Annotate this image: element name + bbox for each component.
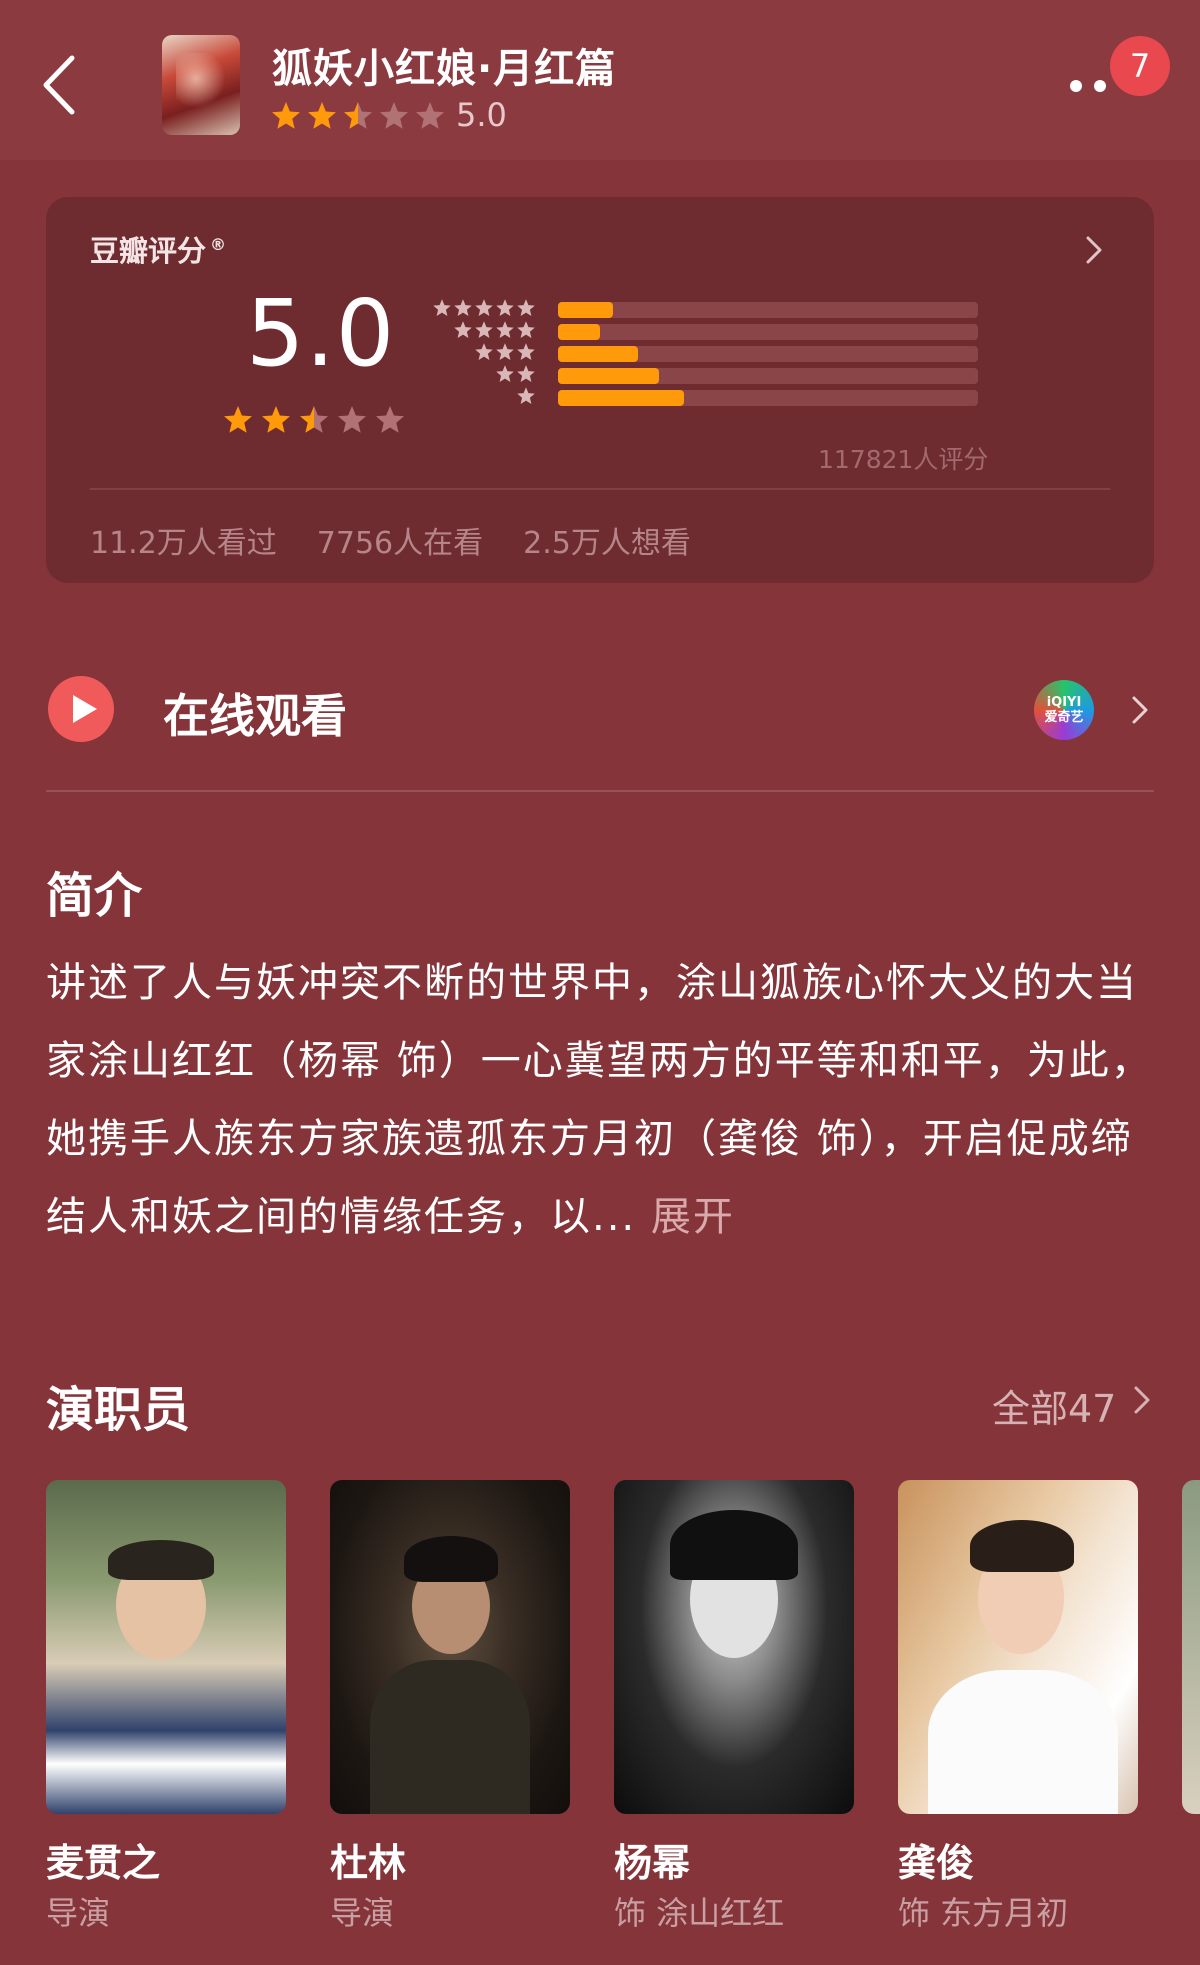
intro-text: 讲述了人与妖冲突不断的世界中，涂山狐族心怀大义的大当家涂山红红（杨幂 饰）一心冀… (46, 944, 1156, 1256)
intro-heading: 简介 (46, 868, 143, 924)
header-star-rating (270, 98, 446, 134)
section-divider (46, 790, 1154, 792)
distribution-bar-fill (558, 368, 659, 384)
star-empty-icon (416, 102, 444, 129)
distribution-star-label (516, 386, 536, 406)
star-filled-icon (496, 321, 514, 338)
distribution-bar-track (558, 346, 978, 362)
cast-card[interactable]: 杨幂 饰 涂山红红 (614, 1480, 854, 1932)
chevron-right-icon[interactable] (1130, 1382, 1154, 1418)
chevron-right-icon[interactable] (1128, 692, 1152, 728)
rating-score: 5.0 (246, 280, 396, 387)
watch-stats: 11.2万人看过 7756人在看 2.5万人想看 (90, 518, 691, 562)
distribution-bar-track (558, 324, 978, 340)
star-empty-icon (380, 102, 408, 129)
star-filled-icon (517, 387, 535, 404)
star-empty-icon (338, 406, 366, 433)
iqiyi-logo-subtext: 爱奇艺 (1044, 710, 1084, 725)
rating-count: 117821人评分 (818, 445, 989, 474)
more-dots-icon[interactable] (1066, 74, 1112, 94)
star-filled-icon (517, 321, 535, 338)
page-title: 狐妖小红娘·月红篇 (272, 46, 617, 92)
cast-photo[interactable] (1182, 1480, 1200, 1814)
cast-name: 龚俊 (898, 1841, 975, 1885)
distribution-bar-track (558, 302, 978, 318)
distribution-star-label (432, 298, 536, 318)
cast-card[interactable]: 杜林 导演 (330, 1480, 570, 1932)
cast-name: 杨幂 (614, 1841, 691, 1885)
expand-link[interactable]: 展开 (651, 1194, 735, 1240)
star-filled-icon (272, 102, 300, 129)
distribution-row-3-star (436, 342, 986, 364)
header-rating-value: 5.0 (456, 96, 507, 134)
cast-photo[interactable] (46, 1480, 286, 1814)
stat-watched[interactable]: 11.2万人看过 (90, 518, 277, 562)
distribution-bar-fill (558, 346, 638, 362)
cast-role: 饰 涂山红红 (614, 1894, 785, 1932)
distribution-row-1-star (436, 386, 986, 408)
chevron-right-icon[interactable] (1082, 232, 1106, 268)
distribution-star-label (474, 342, 536, 362)
card-divider (90, 488, 1110, 490)
notification-badge[interactable]: 7 (1110, 36, 1170, 96)
online-watch-label[interactable]: 在线观看 (163, 680, 347, 746)
star-filled-icon (224, 406, 252, 433)
stat-watching[interactable]: 7756人在看 (317, 518, 483, 562)
cast-role: 导演 (46, 1894, 111, 1932)
star-filled-icon (517, 343, 535, 360)
chevron-left-icon[interactable] (36, 50, 86, 120)
registered-mark: ® (210, 235, 227, 255)
distribution-bar-fill (558, 324, 600, 340)
distribution-row-5-star (433, 298, 986, 320)
cast-card[interactable]: 麦贯之 导演 (46, 1480, 286, 1932)
rating-card-title: 豆瓣评分 ® (90, 228, 226, 270)
cast-name: 杜林 (330, 1841, 407, 1885)
star-filled-icon (308, 102, 336, 129)
cast-photo[interactable] (614, 1480, 854, 1814)
iqiyi-logo-icon[interactable]: iQIYI 爱奇艺 (1034, 680, 1094, 740)
star-filled-icon (517, 365, 535, 382)
distribution-star-label (495, 364, 536, 384)
star-filled-icon (475, 299, 493, 316)
star-filled-icon (454, 299, 472, 316)
distribution-bar-fill (558, 390, 684, 406)
distribution-bar-fill (558, 302, 613, 318)
cast-name: 麦贯之 (46, 1841, 161, 1885)
cast-all-link[interactable]: 全部47 (992, 1378, 1116, 1433)
rating-source-label: 豆瓣评分 (90, 234, 207, 268)
star-filled-icon (433, 299, 451, 316)
star-filled-icon (262, 406, 290, 433)
star-half-icon (344, 102, 372, 129)
cast-role: 饰 东方月初 (898, 1894, 1069, 1932)
movie-poster-thumbnail[interactable] (162, 35, 240, 135)
star-filled-icon (496, 299, 514, 316)
distribution-row-2-star (436, 364, 986, 386)
star-filled-icon (517, 299, 535, 316)
cast-heading: 演职员 (46, 1382, 191, 1438)
star-filled-icon (475, 343, 493, 360)
star-filled-icon (475, 321, 493, 338)
star-empty-icon (376, 406, 404, 433)
distribution-row-4-star (436, 320, 986, 342)
rating-stars (222, 404, 406, 436)
iqiyi-logo-text: iQIYI (1046, 695, 1082, 710)
cast-card-partial[interactable] (1182, 1480, 1200, 1814)
cast-photo[interactable] (330, 1480, 570, 1814)
star-filled-icon (454, 321, 472, 338)
cast-photo[interactable] (898, 1480, 1138, 1814)
distribution-bar-track (558, 390, 978, 406)
cast-role: 导演 (330, 1894, 395, 1932)
intro-body: 讲述了人与妖冲突不断的世界中，涂山狐族心怀大义的大当家涂山红红（杨幂 饰）一心冀… (46, 960, 1153, 1240)
cast-card[interactable]: 龚俊 饰 东方月初 (898, 1480, 1138, 1932)
distribution-star-label (453, 320, 536, 340)
star-filled-icon (496, 365, 514, 382)
stat-want-to-watch[interactable]: 2.5万人想看 (523, 518, 691, 562)
star-filled-icon (496, 343, 514, 360)
distribution-bar-track (558, 368, 978, 384)
play-icon[interactable] (48, 676, 114, 742)
star-half-icon (300, 406, 328, 433)
